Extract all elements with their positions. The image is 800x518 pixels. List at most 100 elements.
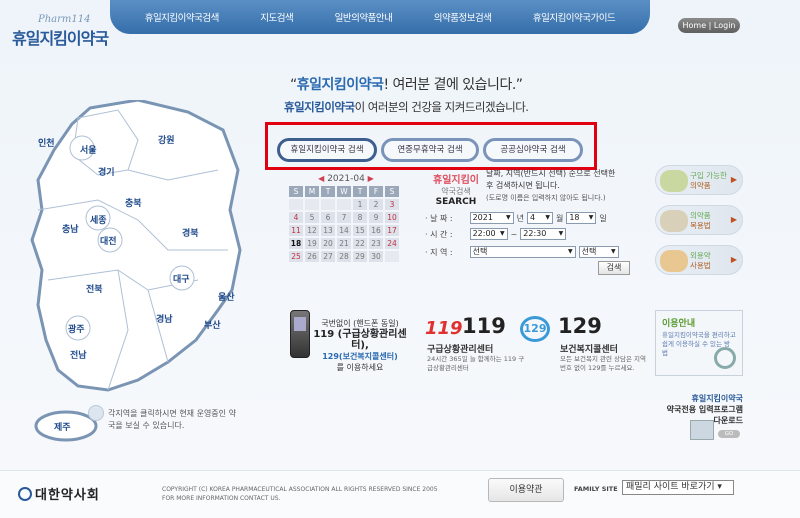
calendar-day[interactable]: 15	[353, 225, 367, 236]
calendar-day[interactable]: 3	[385, 199, 399, 210]
region-jeju[interactable]: 제주	[54, 420, 71, 433]
day-select[interactable]: 18 ▼	[566, 212, 597, 224]
region-ulsan[interactable]: 울산	[218, 290, 235, 303]
nav-map-search[interactable]: 지도검색	[260, 10, 293, 24]
download-go-button[interactable]: GO	[718, 430, 740, 438]
calendar-day[interactable]: 2	[369, 199, 383, 210]
month-select[interactable]: 4 ▼	[526, 212, 553, 224]
page: Pharm114 휴일지킴이약국 휴일지킴이약국검색 지도검색 일반의약품안내 …	[0, 0, 800, 518]
calendar-day[interactable]: 24	[385, 238, 399, 249]
region-chungnam[interactable]: 충남	[62, 222, 79, 235]
quote-open: “	[290, 77, 297, 93]
region-chungbuk[interactable]: 충북	[125, 196, 142, 209]
nav-otc-info[interactable]: 일반의약품안내	[335, 10, 393, 24]
medicine-bowl-icon	[660, 210, 688, 232]
time-from-select[interactable]: 22:00 ▼	[469, 228, 508, 240]
calendar-weekday: S	[385, 186, 399, 197]
nav-drug-info-search[interactable]: 의약품정보검색	[434, 10, 492, 24]
chevron-down-icon: ▼	[505, 214, 511, 221]
time-to-select[interactable]: 22:30 ▼	[520, 228, 567, 240]
nav-guide[interactable]: 휴일지킴이약국가이드	[533, 10, 616, 24]
calendar: ◀ 2021-04 ▶ S M T W T F S 1 2 3 4 5 6 7 8 9 10 11 12 13 14 15…	[285, 172, 407, 282]
calendar-day[interactable]: 6	[321, 212, 335, 223]
tab-holiday-pharmacy[interactable]: 휴일지킴이약국 검색	[277, 138, 377, 162]
usage-guide[interactable]: 이용안내 휴일지킴이약국을 편리하고 쉽게 이용하실 수 있는 방법	[655, 310, 743, 376]
region-select-2[interactable]: 선택 ▼	[578, 246, 619, 258]
tab-year-round-pharmacy[interactable]: 연중무휴약국 검색	[381, 138, 479, 162]
calendar-day[interactable]: 11	[289, 225, 303, 236]
next-month-icon[interactable]: ▶	[368, 174, 374, 183]
calendar-day[interactable]: 28	[337, 251, 351, 262]
calendar-day[interactable]: 9	[369, 212, 383, 223]
month-value: 4	[529, 213, 536, 222]
center-129-title: 보건복지콜센터	[560, 345, 618, 355]
region-sejong[interactable]: 세종	[90, 213, 107, 226]
calendar-day[interactable]: 21	[337, 238, 351, 249]
year-select[interactable]: 2021 ▼	[469, 212, 514, 224]
time-to-value: 22:30	[523, 229, 547, 238]
day-unit: 일	[599, 213, 607, 223]
guide-otc-l1: 구입 가능한	[690, 171, 727, 180]
phone-line-1: 국번없이 (핸드폰 동일)	[321, 319, 399, 328]
headline-secondary: 휴일지킴이약국이 여러분의 건강을 지켜드리겠습니다.	[284, 99, 529, 115]
year-unit: 년	[516, 213, 524, 223]
region-gwangju[interactable]: 광주	[68, 322, 85, 335]
month-unit: 월	[555, 213, 564, 223]
region-jeonnam[interactable]: 전남	[70, 348, 87, 361]
calendar-day[interactable]: 29	[353, 251, 367, 262]
kpa-logo[interactable]: 대한약사회	[18, 484, 100, 503]
search-label: 휴일지킴이 약국검색 SEARCH	[432, 171, 480, 207]
region-gyeonggi[interactable]: 경기	[98, 165, 115, 178]
calendar-day[interactable]: 10	[385, 212, 399, 223]
calendar-day[interactable]: 1	[353, 199, 367, 210]
calendar-day[interactable]: 5	[305, 212, 319, 223]
region-gyeongbuk[interactable]: 경북	[182, 226, 199, 239]
region-jeonbuk[interactable]: 전북	[86, 282, 103, 295]
prev-month-icon[interactable]: ◀	[318, 174, 324, 183]
search-button[interactable]: 검색	[598, 261, 630, 275]
calendar-day[interactable]: 26	[305, 251, 319, 262]
arrow-right-icon: ▶	[730, 215, 737, 224]
family-site-value: 패밀리 사이트 바로가기	[626, 482, 715, 492]
calendar-month: 2021-04	[327, 174, 365, 184]
tab-late-night-pharmacy[interactable]: 공공심야약국 검색	[483, 138, 583, 162]
usage-guide-title: 이용안내	[662, 319, 696, 329]
mainland-shape[interactable]	[30, 100, 242, 392]
calendar-day[interactable]: 13	[321, 225, 335, 236]
calendar-day[interactable]: 4	[289, 212, 303, 223]
calendar-day[interactable]: 14	[337, 225, 351, 236]
calendar-day[interactable]: 18	[289, 238, 303, 249]
calendar-day[interactable]: 23	[369, 238, 383, 249]
calendar-day[interactable]: 30	[369, 251, 383, 262]
logo-title: 휴일지킴이약국	[12, 29, 109, 48]
calendar-day[interactable]: 22	[353, 238, 367, 249]
calendar-day[interactable]: 27	[321, 251, 335, 262]
calendar-day[interactable]: 12	[305, 225, 319, 236]
calendar-day[interactable]: 7	[337, 212, 351, 223]
nav-pharmacy-search[interactable]: 휴일지킴이약국검색	[145, 10, 220, 24]
region-busan[interactable]: 부산	[204, 318, 221, 331]
region-daegu[interactable]: 대구	[173, 272, 190, 285]
calendar-day[interactable]: 8	[353, 212, 367, 223]
arrow-right-icon: ▶	[730, 175, 737, 184]
region-incheon[interactable]: 인천	[38, 136, 55, 149]
calendar-day[interactable]: 25	[289, 251, 303, 262]
guide-otc-drugs[interactable]: 구입 가능한 의약품 ▶	[655, 165, 743, 195]
download-line-1: 휴일지킴이약국	[691, 394, 743, 403]
family-site-select[interactable]: 패밀리 사이트 바로가기 ▾	[622, 480, 734, 495]
region-select-1[interactable]: 선택 ▼	[469, 246, 576, 258]
calendar-day[interactable]: 16	[369, 225, 383, 236]
region-gangwon[interactable]: 강원	[158, 133, 175, 146]
site-logo[interactable]: Pharm114 휴일지킴이약국	[12, 14, 122, 49]
calendar-day[interactable]: 20	[321, 238, 335, 249]
terms-button[interactable]: 이용약관	[488, 478, 564, 502]
calendar-day[interactable]: 17	[385, 225, 399, 236]
calendar-day[interactable]: 19	[305, 238, 319, 249]
guide-topical[interactable]: 외용약 사용법 ▶	[655, 245, 743, 275]
guide-dosage[interactable]: 의약품 복용법 ▶	[655, 205, 743, 235]
home-login-button[interactable]: Home | Login	[678, 18, 740, 33]
region-seoul[interactable]: 서울	[80, 143, 97, 156]
region-daejeon[interactable]: 대전	[100, 234, 117, 247]
kpa-emblem-icon	[18, 487, 32, 501]
region-gyeongnam[interactable]: 경남	[156, 312, 173, 325]
